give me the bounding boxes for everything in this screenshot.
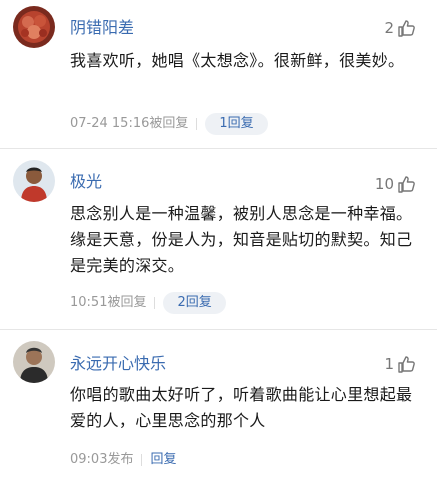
avatar[interactable] — [13, 6, 55, 48]
comment-text: 你唱的歌曲太好听了，听着歌曲能让心里想起最爱的人，心里思念的那个人 — [70, 385, 413, 430]
reply-button[interactable]: 回复 — [150, 449, 176, 471]
username[interactable]: 永远开心快乐 — [70, 354, 166, 374]
thumbs-up-icon — [398, 356, 415, 373]
thumbs-up-icon — [398, 176, 415, 193]
reply-action[interactable]: 被回复 — [107, 292, 146, 314]
like-button[interactable]: 10 — [375, 174, 417, 194]
timestamp: 09:03 — [70, 452, 108, 467]
comment-text: 我喜欢听，她唱《太想念》。很新鲜，很美妙。 — [70, 51, 405, 70]
reply-action[interactable]: 发布 — [107, 449, 133, 471]
comment-item: 极光 10 思念别人是一种温馨，被别人思念是一种幸福。缘是天意，份是人为，知音是… — [0, 149, 437, 329]
reply-button[interactable]: 1回复 — [205, 113, 268, 135]
like-count: 1 — [384, 355, 394, 373]
username[interactable]: 阴错阳差 — [70, 18, 134, 38]
meta-divider — [154, 297, 156, 309]
like-count: 10 — [374, 175, 394, 193]
comment-meta: 10:51 被回复 2回复 — [70, 292, 226, 314]
like-count: 2 — [384, 19, 394, 37]
like-button[interactable]: 2 — [384, 18, 417, 38]
timestamp: 10:51 — [70, 295, 108, 310]
meta-divider — [141, 454, 143, 466]
avatar[interactable] — [13, 160, 55, 202]
username[interactable]: 极光 — [70, 172, 102, 192]
meta-divider — [196, 118, 198, 130]
comment-item: 阴错阳差 2 我喜欢听，她唱《太想念》。很新鲜，很美妙。 07-24 15:16… — [0, 0, 437, 150]
avatar[interactable] — [13, 341, 55, 383]
reply-action[interactable]: 被回复 — [149, 113, 188, 135]
comment-item: 永远开心快乐 1 你唱的歌曲太好听了，听着歌曲能让心里想起最爱的人，心里思念的那… — [0, 330, 437, 479]
comment-meta: 07-24 15:16 被回复 1回复 — [70, 113, 268, 135]
thumbs-up-icon — [398, 20, 415, 37]
reply-button[interactable]: 2回复 — [163, 292, 226, 314]
comment-meta: 09:03 发布 回复 — [70, 449, 177, 471]
timestamp: 07-24 15:16 — [70, 116, 150, 131]
comment-text: 思念别人是一种温馨，被别人思念是一种幸福。缘是天意，份是人为，知音是贴切的默契。… — [70, 204, 413, 275]
like-button[interactable]: 1 — [384, 354, 417, 374]
